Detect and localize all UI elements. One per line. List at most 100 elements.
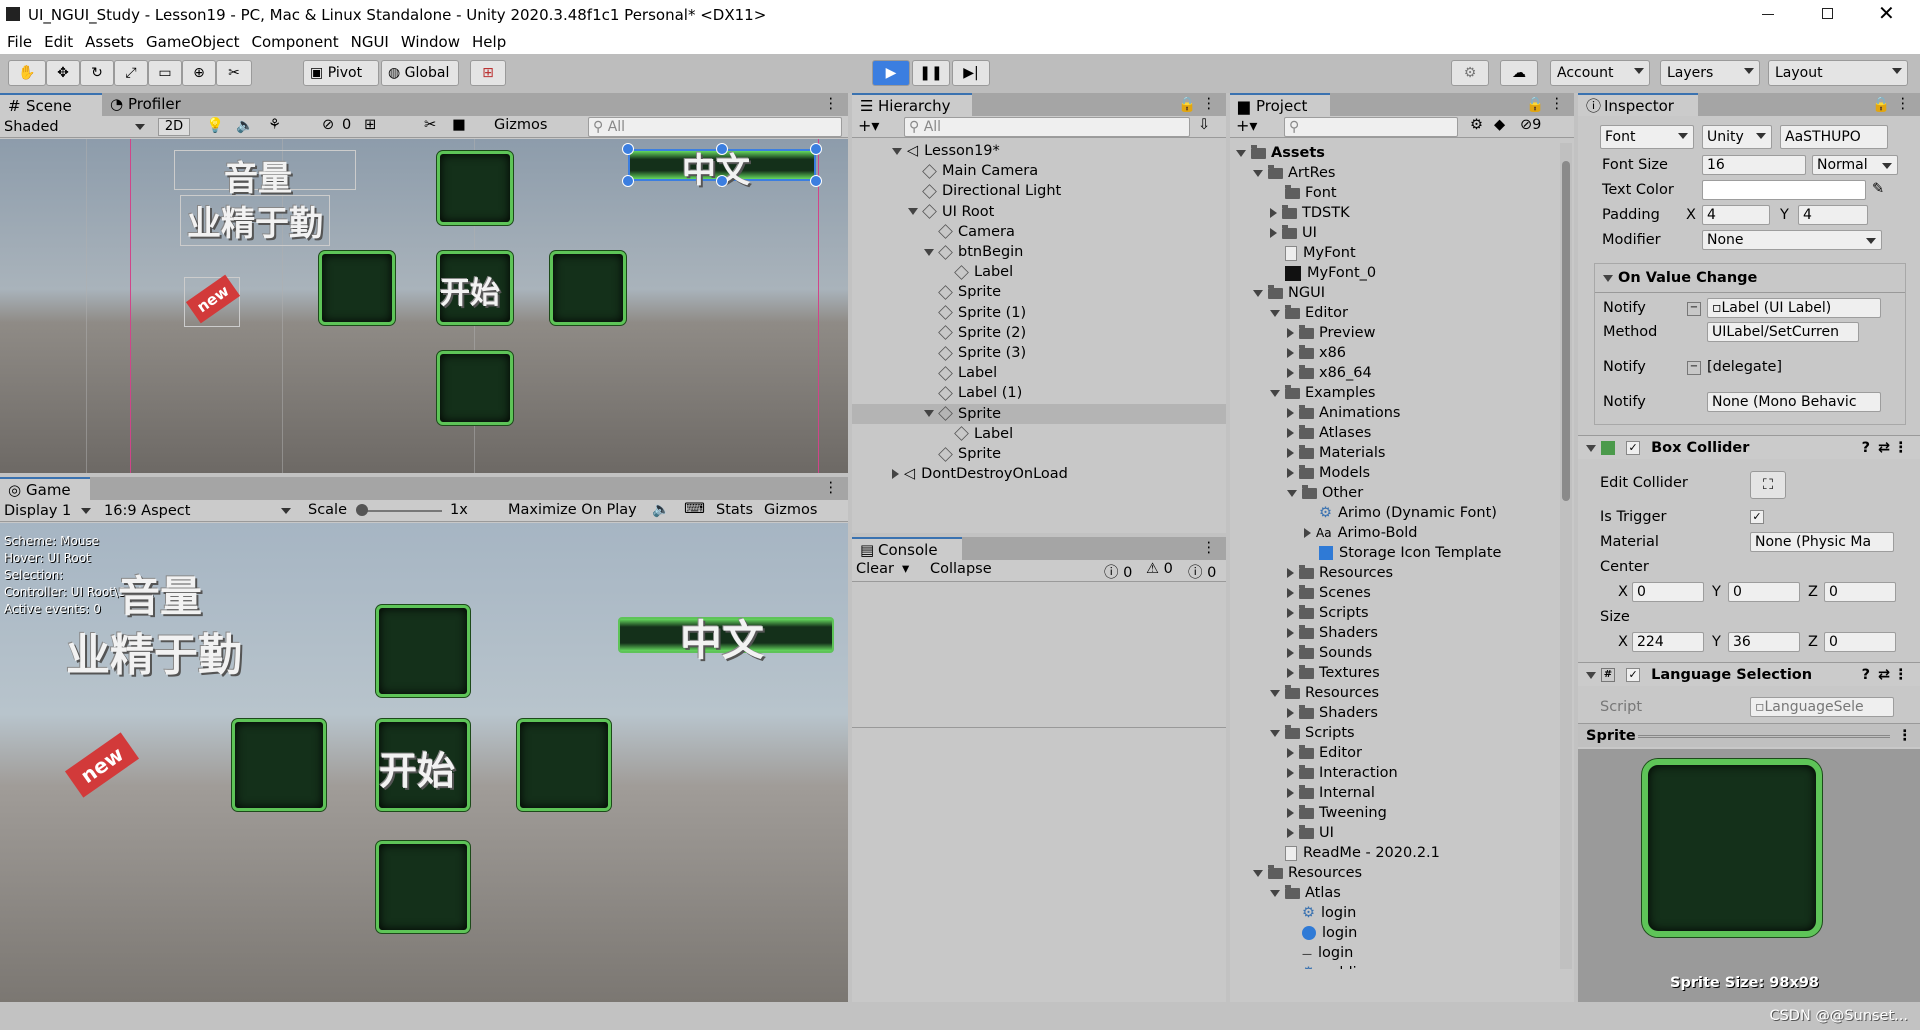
tree-item[interactable]: Resources (1230, 563, 1560, 583)
tree-item[interactable]: Shaders (1230, 703, 1560, 723)
language-selection-header[interactable]: # ✓ Language Selection ? ⇄ ⋮ (1578, 662, 1920, 686)
selection-handle[interactable] (716, 175, 728, 187)
clear-dropdown-icon[interactable]: ▾ (902, 561, 909, 577)
collapse-arrow-icon[interactable] (1287, 708, 1294, 718)
volume-label[interactable]: 音量 (118, 563, 202, 624)
tree-item[interactable]: Sprite (3) (852, 343, 1226, 363)
tree-item[interactable]: Camera (852, 222, 1226, 242)
menu-window[interactable]: Window (395, 31, 466, 54)
tree-item[interactable]: Label (1) (852, 383, 1226, 403)
layers-dropdown[interactable]: Layers (1660, 60, 1760, 86)
sprite-top[interactable] (376, 605, 470, 697)
remove-notify-button[interactable]: − (1687, 361, 1701, 375)
expand-arrow-icon[interactable] (1253, 169, 1263, 177)
display-dropdown[interactable]: Display 1 (4, 501, 96, 521)
search-by-label-icon[interactable]: ◆ (1494, 117, 1505, 133)
tree-item[interactable]: Resources (1230, 683, 1560, 703)
component-menu-icon[interactable]: ⋮ (1894, 663, 1909, 687)
tree-item[interactable]: Other (1230, 483, 1560, 503)
sprite-left[interactable] (232, 719, 326, 811)
collapse-arrow-icon[interactable] (1287, 408, 1294, 418)
tree-item[interactable]: Models (1230, 463, 1560, 483)
font-type-dropdown[interactable]: Font (1600, 125, 1694, 149)
tree-item[interactable]: Preview (1230, 323, 1560, 343)
aspect-dropdown[interactable]: 16:9 Aspect (104, 501, 296, 521)
project-scrollbar[interactable] (1560, 143, 1572, 969)
tree-item[interactable]: Sounds (1230, 643, 1560, 663)
game-viewport[interactable]: Scheme: Mouse Hover: UI Root Selection: … (0, 523, 848, 1002)
tree-item[interactable]: Aa Arimo-Bold (1230, 523, 1560, 543)
selection-handle[interactable] (622, 175, 634, 187)
scale-slider-thumb[interactable] (356, 504, 368, 516)
hidden-packages-toggle[interactable]: ⊘9 (1520, 117, 1541, 133)
expand-arrow-icon[interactable] (1270, 689, 1280, 697)
project-search-input[interactable]: ⚲ (1284, 117, 1458, 137)
grid-icon[interactable]: ⊞ (364, 117, 376, 133)
error-filter[interactable]: ⓘ 0 (1104, 561, 1132, 582)
mute-audio-icon[interactable]: 🔈 (652, 501, 670, 518)
collapse-arrow-icon[interactable] (1287, 428, 1294, 438)
language-selection-enabled-checkbox[interactable]: ✓ (1626, 668, 1641, 682)
keyboard-icon[interactable]: ⌨ (684, 501, 705, 517)
scene-search-input[interactable]: ⚲ All (588, 117, 842, 137)
menu-component[interactable]: Component (246, 31, 345, 54)
play-button[interactable]: ▶ (872, 60, 910, 86)
tree-item[interactable]: Assets (1230, 143, 1560, 163)
tree-item[interactable]: UI (1230, 823, 1560, 843)
remove-notify-button[interactable]: − (1687, 302, 1701, 316)
tree-item[interactable]: Font (1230, 183, 1560, 203)
sprite-bottom[interactable] (437, 351, 513, 425)
tree-item[interactable]: Sprite (1) (852, 303, 1226, 323)
eyedropper-icon[interactable]: ✎ (1872, 181, 1884, 197)
font-style-dropdown[interactable]: Normal (1812, 155, 1898, 175)
font-size-input[interactable]: 16 (1702, 155, 1806, 175)
clear-button[interactable]: Clear (856, 561, 894, 577)
pause-button[interactable]: ❚❚ (912, 60, 950, 86)
menu-help[interactable]: Help (466, 31, 512, 54)
tree-item[interactable]: Scripts (1230, 603, 1560, 623)
gizmos-dropdown[interactable]: Gizmos (494, 117, 574, 133)
account-dropdown[interactable]: Account (1550, 60, 1650, 86)
collapse-arrow-icon[interactable] (1287, 668, 1294, 678)
expand-arrow-icon[interactable] (1270, 389, 1280, 397)
collab-icon[interactable]: ⚙ (1451, 60, 1489, 86)
tree-item[interactable]: Scenes (1230, 583, 1560, 603)
component-menu-icon[interactable]: ⋮ (1894, 436, 1909, 460)
expand-arrow-icon[interactable] (924, 248, 934, 256)
material-field[interactable]: None (Physic Ma (1750, 532, 1894, 552)
audio-icon[interactable]: 🔈 (236, 117, 254, 134)
log-filter[interactable]: ⓘ 0 (1188, 561, 1216, 582)
tree-item[interactable]: ⚙ public (1230, 963, 1560, 969)
hidden-objects-icon[interactable]: ⊘ (322, 117, 334, 133)
selection-handle[interactable] (622, 143, 634, 155)
transform-tool-icon[interactable]: ⊕ (182, 60, 216, 86)
tree-item[interactable]: Label (852, 262, 1226, 282)
tree-item[interactable]: Textures (1230, 663, 1560, 683)
tree-item[interactable]: UI (1230, 223, 1560, 243)
menu-gameobject[interactable]: GameObject (140, 31, 246, 54)
tree-item[interactable]: Label (852, 363, 1226, 383)
search-by-type-icon[interactable]: ⚙ (1470, 117, 1483, 133)
2d-toggle[interactable]: 2D (158, 118, 190, 136)
tree-item[interactable]: Main Camera (852, 161, 1226, 181)
pivot-toggle[interactable]: ▣ Pivot (303, 60, 379, 86)
collapse-arrow-icon[interactable] (1304, 528, 1311, 538)
expand-arrow-icon[interactable] (1236, 149, 1246, 157)
hierarchy-search-input[interactable]: ⚲ All (904, 117, 1190, 137)
tree-item[interactable]: login (1230, 923, 1560, 943)
on-value-change-header[interactable]: On Value Change (1603, 268, 1757, 288)
begin-button[interactable]: 开始 (376, 719, 470, 811)
panel-menu-icon[interactable]: ⋮ (1202, 540, 1217, 556)
collapse-arrow-icon[interactable] (1270, 208, 1277, 218)
collapse-arrow-icon[interactable] (1287, 828, 1294, 838)
tree-item[interactable]: ◁ DontDestroyOnLoad (852, 464, 1226, 484)
tree-item[interactable]: UI Root (852, 202, 1226, 222)
menu-edit[interactable]: Edit (38, 31, 79, 54)
tree-item[interactable]: btnBegin (852, 242, 1226, 262)
panel-menu-icon[interactable]: ⋮ (1896, 96, 1911, 112)
tree-item[interactable]: Sprite (852, 403, 1226, 424)
selection-handle[interactable] (716, 143, 728, 155)
component-menu-icon[interactable]: ⋮ (1898, 724, 1913, 748)
tree-item[interactable]: Internal (1230, 783, 1560, 803)
collapse-arrow-icon[interactable] (1270, 228, 1277, 238)
